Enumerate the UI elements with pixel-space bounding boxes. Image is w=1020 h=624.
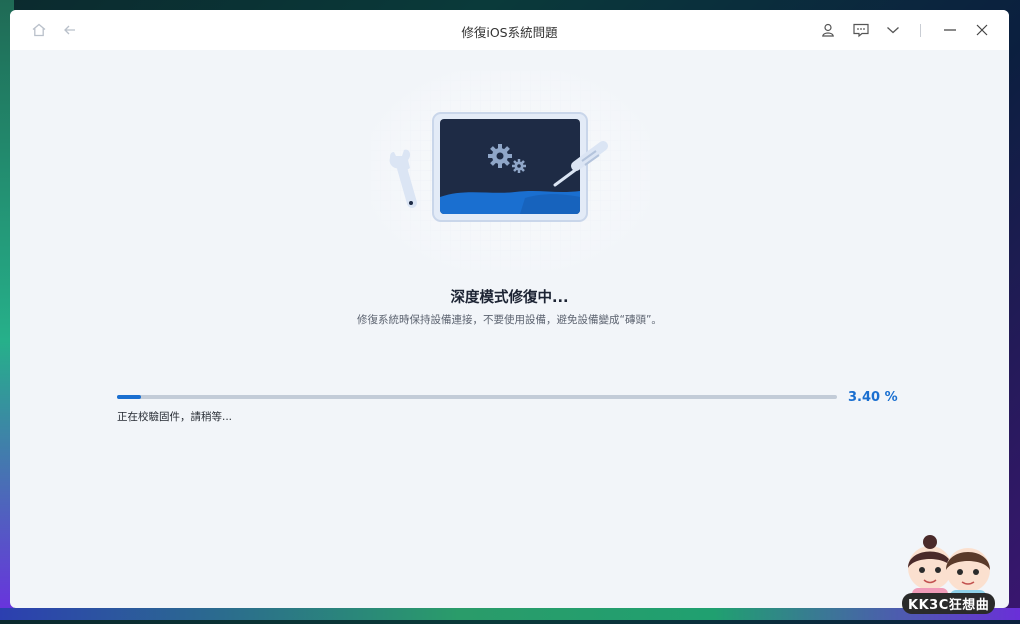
titlebar-divider <box>920 24 921 37</box>
user-icon[interactable] <box>819 21 837 39</box>
watermark-text: KK3C狂想曲 <box>902 593 996 614</box>
progress-percent: 3.40 % <box>848 390 898 405</box>
app-window: 修復iOS系統問題 深度模式修復中... 修復系統時保持設備連接，不要使用設備，… <box>10 10 1009 608</box>
chevron-down-icon[interactable] <box>884 21 902 39</box>
repair-illustration <box>350 60 670 280</box>
close-icon[interactable] <box>973 21 991 39</box>
progress-bar <box>117 395 837 399</box>
repair-status-heading: 深度模式修復中... <box>450 290 569 306</box>
repair-instruction-text: 修復系統時保持設備連接，不要使用設備，避免設備變成“磚頭”。 <box>357 314 662 326</box>
feedback-icon[interactable] <box>852 21 870 39</box>
progress-status-text: 正在校驗固件，請稍等... <box>117 411 233 423</box>
title-bar: 修復iOS系統問題 <box>10 10 1009 50</box>
watermark-logo: KK3C狂想曲 <box>894 528 1006 620</box>
desktop-background-bottom <box>0 608 1020 620</box>
progress-bar-fill <box>117 395 142 399</box>
minimize-icon[interactable] <box>941 21 959 39</box>
